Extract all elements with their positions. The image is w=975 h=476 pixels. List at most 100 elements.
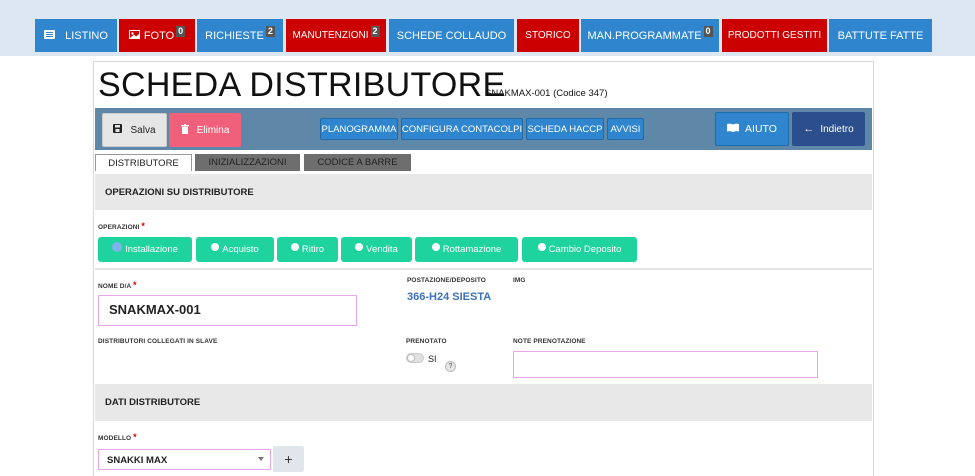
delete-button[interactable]: Elimina — [169, 113, 241, 147]
postazione-label: POSTAZIONE/DEPOSITO — [407, 277, 486, 284]
nav-battute-fatte-button[interactable]: BATTUTE FATTE — [829, 19, 932, 52]
nav-schede-collaudo-button[interactable]: SCHEDE COLLAUDO — [389, 19, 514, 52]
nav-manutenzioni-label: MANUTENZIONI — [292, 30, 369, 41]
nav-foto-label: FOTO — [143, 29, 175, 42]
add-modello-button[interactable]: + — [273, 446, 304, 472]
nav-prodotti-gestiti-button[interactable]: PRODOTTI GESTITI — [722, 19, 827, 52]
chevron-down-icon — [258, 457, 264, 461]
configura-contacolpi-label: CONFIGURA CONTACOLPI — [401, 123, 523, 135]
nav-battute-fatte-label: BATTUTE FATTE — [837, 29, 924, 42]
section-operazioni-header: OPERAZIONI SU DISTRIBUTORE — [95, 174, 872, 210]
back-button[interactable]: ← Indietro — [792, 112, 865, 146]
save-label: Salva — [130, 124, 156, 136]
nav-man-programmate-badge: 0 — [703, 26, 713, 37]
image-icon — [128, 29, 140, 42]
tab-inizializzazioni[interactable]: INIZIALIZZAZIONI — [195, 154, 300, 171]
nav-listino-button[interactable]: LISTINO — [35, 19, 117, 52]
nome-da-label-text: NOME D/A — [98, 283, 132, 290]
delete-label: Elimina — [196, 124, 230, 136]
nav-storico-label: STORICO — [525, 30, 571, 41]
modello-label-text: MODELLO — [98, 435, 132, 442]
back-label: Indietro — [820, 123, 854, 135]
distributori-collegati-label: DISTRIBUTORI COLLEGATI IN SLAVE — [98, 338, 218, 345]
planogramma-label: PLANOGRAMMA — [321, 123, 397, 135]
nav-richieste-button[interactable]: RICHIESTE 2 — [197, 19, 283, 52]
nav-richieste-badge: 2 — [265, 26, 275, 37]
page-subtitle: SNAKMAX-001 (Codice 347) — [485, 88, 608, 99]
page-title: SCHEDA DISTRIBUTORE — [98, 66, 506, 104]
aiuto-label: AIUTO — [745, 123, 777, 135]
required-mark: * — [132, 280, 137, 290]
modello-label: MODELLO * — [98, 432, 137, 442]
nav-schede-collaudo-label: SCHEDE COLLAUDO — [396, 29, 507, 42]
nav-manutenzioni-button[interactable]: MANUTENZIONI 2 — [286, 19, 386, 52]
nav-storico-button[interactable]: STORICO — [517, 19, 579, 52]
note-prenotazione-input[interactable] — [513, 351, 818, 378]
trash-icon — [180, 123, 189, 137]
op-vendita-label: Vendita — [366, 244, 398, 255]
radio-selected-icon — [112, 241, 123, 252]
modello-value: SNAKKI MAX — [107, 455, 168, 466]
save-button[interactable]: Salva — [102, 113, 167, 147]
op-rottamazione-label: Rottamazione — [442, 244, 502, 255]
section-dati-title: DATI DISTRIBUTORE — [105, 397, 201, 408]
op-installazione-option[interactable]: Installazione — [98, 237, 192, 262]
top-navbar: LISTINO FOTO 0 RICHIESTE 2 MANUTENZIONI … — [0, 0, 975, 56]
radio-icon — [290, 242, 299, 251]
plus-icon: + — [284, 451, 293, 467]
radio-icon — [537, 242, 546, 251]
list-icon — [44, 29, 56, 42]
avvisi-button[interactable]: AVVISI — [607, 118, 644, 140]
tab-distributore-label: DISTRIBUTORE — [108, 157, 179, 169]
tab-distributore[interactable]: DISTRIBUTORE — [95, 154, 192, 171]
avvisi-label: AVVISI — [610, 123, 641, 135]
tab-codice-a-barre[interactable]: CODICE A BARRE — [304, 154, 411, 171]
arrow-left-icon: ← — [803, 123, 815, 135]
nav-richieste-label: RICHIESTE — [205, 29, 264, 42]
note-prenotazione-label: NOTE PRENOTAZIONE — [513, 338, 586, 345]
nav-man-programmate-button[interactable]: MAN.PROGRAMMATE 0 — [581, 19, 719, 52]
nav-foto-button[interactable]: FOTO 0 — [119, 19, 195, 52]
planogramma-button[interactable]: PLANOGRAMMA — [320, 118, 398, 140]
op-vendita-option[interactable]: Vendita — [341, 237, 412, 262]
section-divider — [95, 268, 872, 270]
save-icon — [113, 124, 123, 136]
op-installazione-label: Installazione — [125, 244, 178, 255]
required-mark: * — [133, 432, 137, 442]
scheda-haccp-button[interactable]: SCHEDA HACCP — [526, 118, 604, 140]
modello-select[interactable]: SNAKKI MAX — [98, 449, 271, 470]
aiuto-button[interactable]: AIUTO — [715, 112, 789, 146]
prenotato-label: PRENOTATO — [406, 338, 447, 345]
op-cambio-deposito-option[interactable]: Cambio Deposito — [522, 237, 637, 262]
configura-contacolpi-button[interactable]: CONFIGURA CONTACOLPI — [401, 118, 523, 140]
book-icon — [727, 123, 740, 135]
nav-listino-label: LISTINO — [65, 29, 108, 42]
op-cambio-deposito-label: Cambio Deposito — [548, 244, 622, 255]
tab-inizializzazioni-label: INIZIALIZZAZIONI — [208, 157, 287, 168]
radio-icon — [355, 242, 364, 251]
postazione-value[interactable]: 366-H24 SIESTA — [407, 291, 491, 303]
nav-prodotti-gestiti-label: PRODOTTI GESTITI — [727, 30, 822, 41]
radio-icon — [431, 242, 440, 251]
op-ritiro-label: Ritiro — [301, 244, 325, 255]
help-icon[interactable]: ? — [445, 361, 456, 372]
nome-da-input[interactable]: SNAKMAX-001 — [98, 295, 357, 326]
op-ritiro-option[interactable]: Ritiro — [277, 237, 338, 262]
required-mark: * — [141, 221, 145, 231]
op-rottamazione-option[interactable]: Rottamazione — [415, 237, 518, 262]
nav-manutenzioni-badge: 2 — [370, 26, 380, 37]
section-dati-header: DATI DISTRIBUTORE — [95, 384, 872, 421]
op-acquisto-option[interactable]: Acquisto — [196, 237, 274, 262]
nome-da-value: SNAKMAX-001 — [109, 302, 201, 317]
operazioni-label: OPERAZIONI * — [98, 221, 145, 231]
nav-man-programmate-label: MAN.PROGRAMMATE — [587, 29, 702, 42]
prenotato-toggle-text: SI — [428, 354, 437, 364]
scheda-haccp-label: SCHEDA HACCP — [527, 123, 603, 135]
prenotato-toggle[interactable] — [406, 353, 424, 363]
tab-codice-a-barre-label: CODICE A BARRE — [317, 157, 398, 168]
operazioni-label-text: OPERAZIONI — [98, 224, 140, 231]
op-acquisto-label: Acquisto — [222, 244, 259, 255]
toggle-knob — [407, 354, 415, 362]
radio-icon — [211, 242, 220, 251]
nome-da-label: NOME D/A * — [98, 280, 137, 290]
